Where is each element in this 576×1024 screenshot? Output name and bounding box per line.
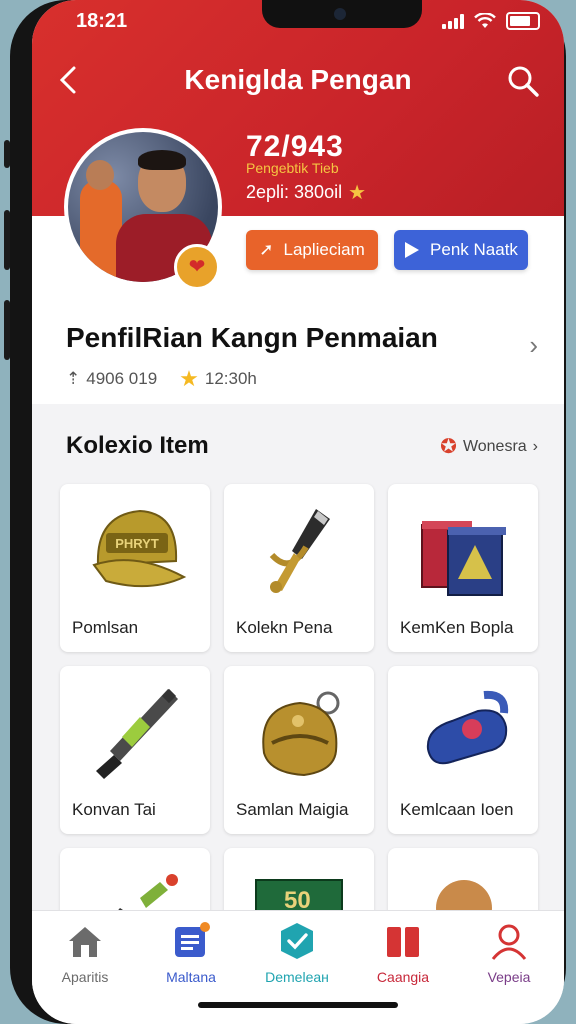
share-icon: ➚: [259, 240, 274, 259]
upload-icon: ⇡: [66, 369, 81, 388]
item-card-box[interactable]: KemKen Bopla: [388, 484, 538, 652]
meta-time: ★ 12:30h: [179, 366, 257, 392]
star-icon: ★: [348, 182, 367, 204]
item-label: Konvan Tai: [72, 800, 156, 819]
box-set-icon: [388, 490, 538, 610]
lantern-icon: [388, 672, 538, 792]
helmet-icon: [224, 672, 374, 792]
wifi-icon: [474, 13, 496, 28]
nav-label: Vepeia: [487, 969, 531, 985]
battery-icon: [506, 12, 540, 30]
section-more-link[interactable]: ✪ Wonesra ›: [440, 434, 538, 459]
nav-item-pause[interactable]: Caangia: [350, 921, 456, 985]
home-indicator[interactable]: [198, 1002, 398, 1008]
profile-title[interactable]: PenfilRian Kangn Penmaian: [66, 322, 438, 354]
item-grid: PHRYT Pomlsan Kolekn Pena KemKen Bopla K…: [60, 484, 538, 918]
blue-action-button[interactable]: Penk Naatk: [394, 230, 528, 270]
meta-time-value: 12:30h: [204, 369, 257, 388]
item-label: Samlan Maigia: [236, 800, 349, 819]
nav-item-profile[interactable]: Vepeia: [456, 921, 562, 985]
nav-item-home[interactable]: Aparitis: [32, 921, 138, 985]
nav-item-list[interactable]: Maltana: [138, 921, 244, 985]
page-title: Keniglda Pengan: [184, 64, 412, 95]
item-card-partial-2[interactable]: 50: [224, 848, 374, 918]
stat-number: 72/943: [246, 130, 344, 163]
item-card-cap[interactable]: PHRYT Pomlsan: [60, 484, 210, 652]
camera-dot: [334, 8, 346, 20]
section-title: Kolexio Item: [66, 432, 209, 459]
signal-icon: [442, 13, 464, 29]
user-icon: [489, 921, 529, 961]
item-card-rod[interactable]: Konvan Tai: [60, 666, 210, 834]
item-label: Kemlcaan Ioen: [400, 800, 514, 819]
orange-action-button[interactable]: ➚ Laplieciam: [246, 230, 378, 270]
stat-line-text: 2epli: 380oil: [246, 182, 343, 202]
stat-subtitle: Pengebtik Tieb: [246, 160, 339, 176]
blue-action-label: Penk Naatk: [430, 240, 518, 259]
item-card-partial-1[interactable]: [60, 848, 210, 918]
meta-views-value: 4906 019: [86, 369, 158, 388]
status-icons: [442, 12, 540, 30]
heart-badge-icon: ❤: [174, 244, 220, 290]
pause-icon: [383, 921, 423, 961]
play-icon: [405, 242, 420, 258]
screen: 18:21 Keniglda Pengan 72/943 Pengebtik T…: [32, 0, 564, 1024]
phone-frame: 18:21 Keniglda Pengan 72/943 Pengebtik T…: [10, 0, 566, 1024]
search-icon[interactable]: [506, 64, 540, 98]
orange-action-label: Laplieciam: [283, 240, 365, 259]
chevron-right-icon: ›: [532, 437, 538, 455]
sword-icon: [224, 490, 374, 610]
nav-label: Caangia: [376, 969, 430, 985]
item-label: Kolekn Pena: [236, 618, 333, 637]
cap-text: PHRYT: [115, 536, 159, 551]
item-card-lantern[interactable]: Kemlcaan Ioen: [388, 666, 538, 834]
item-card-helmet[interactable]: Samlan Maigia: [224, 666, 374, 834]
stat-line: 2epli: 380oil ★: [246, 180, 366, 205]
nav-label: Demeleaн: [265, 969, 329, 985]
star-icon: ✪: [440, 436, 457, 458]
home-icon: [65, 921, 105, 961]
chevron-right-icon[interactable]: ›: [529, 330, 538, 361]
list-icon: [171, 921, 211, 961]
item-card-sword[interactable]: Kolekn Pena: [224, 484, 374, 652]
profile-meta: ⇡ 4906 019 ★ 12:30h: [66, 366, 257, 392]
section-link-label: Wonesra: [462, 437, 527, 455]
nav-label: Maltana: [166, 969, 216, 985]
item-label: KemKen Bopla: [400, 618, 514, 637]
nav-label: Aparitis: [61, 969, 109, 985]
star-icon: ★: [179, 366, 199, 391]
nav-item-shield[interactable]: Demeleaн: [244, 921, 350, 985]
status-time: 18:21: [76, 10, 128, 32]
meta-views: ⇡ 4906 019: [66, 369, 157, 389]
item-label: Pomlsan: [72, 618, 139, 637]
rod-icon: [60, 672, 210, 792]
cap-icon: PHRYT: [60, 490, 210, 610]
item-card-partial-3[interactable]: [388, 848, 538, 918]
shield-check-icon: [277, 921, 317, 961]
